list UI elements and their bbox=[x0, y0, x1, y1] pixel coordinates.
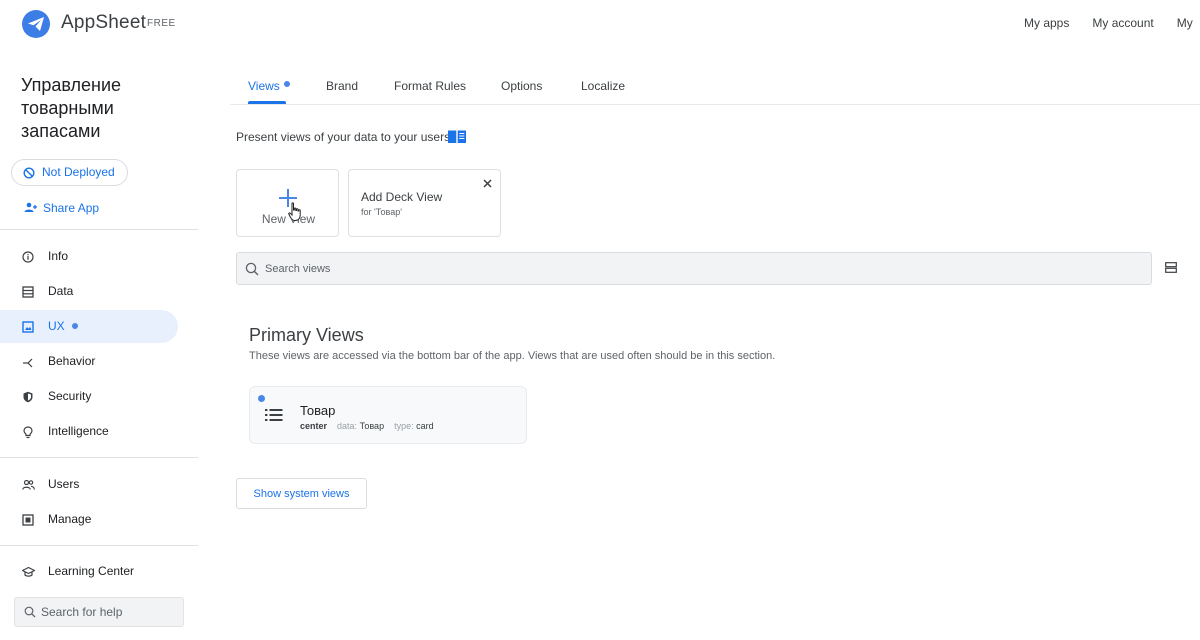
layout-toggle-icon[interactable] bbox=[1165, 262, 1177, 273]
tab-options[interactable]: Options bbox=[501, 79, 542, 93]
view-type-value: card bbox=[416, 421, 434, 431]
not-deployed-icon bbox=[23, 167, 35, 179]
share-user-icon bbox=[24, 202, 37, 212]
users-icon bbox=[22, 479, 35, 490]
app-title: Управление товарными запасами bbox=[21, 75, 122, 141]
view-name: Товар bbox=[300, 403, 336, 418]
show-system-views-button[interactable]: Show system views bbox=[236, 478, 367, 509]
sidebar-item-label: Manage bbox=[48, 512, 92, 526]
view-data-value: Товар bbox=[359, 421, 385, 431]
view-meta: center data: Товар type: card bbox=[300, 421, 434, 431]
sidebar-divider bbox=[0, 229, 198, 230]
tab-views[interactable]: Views bbox=[248, 79, 280, 93]
sidebar-item-label: Intelligence bbox=[48, 424, 109, 438]
active-tab-indicator bbox=[248, 101, 286, 104]
list-icon bbox=[265, 409, 283, 421]
data-icon bbox=[22, 286, 34, 298]
sidebar-item-label: UX bbox=[48, 319, 65, 333]
sidebar-divider bbox=[0, 545, 198, 546]
help-search-input[interactable] bbox=[41, 598, 181, 626]
sidebar-divider bbox=[0, 457, 198, 458]
tab-label: Options bbox=[501, 79, 543, 93]
search-icon bbox=[245, 262, 259, 276]
suggested-view-card[interactable]: Add Deck View for 'Товар' bbox=[348, 169, 501, 237]
my-apps-link[interactable]: My apps bbox=[1024, 16, 1069, 30]
view-position: center bbox=[300, 421, 328, 431]
sidebar-item-label: Security bbox=[48, 389, 92, 403]
section-title: Primary Views bbox=[249, 325, 364, 345]
unsaved-dot bbox=[258, 395, 265, 402]
sidebar-item-learning-center[interactable]: Learning Center bbox=[0, 555, 178, 588]
deploy-status-button[interactable]: Not Deployed bbox=[11, 159, 128, 186]
tab-brand[interactable]: Brand bbox=[326, 79, 358, 93]
sidebar-item-users[interactable]: Users bbox=[0, 468, 178, 501]
section-description: These views are accessed via the bottom … bbox=[249, 350, 776, 362]
plan-badge: FREE bbox=[147, 18, 176, 29]
view-search-input[interactable] bbox=[265, 253, 1145, 284]
close-icon[interactable] bbox=[483, 179, 492, 188]
sidebar-item-label: Behavior bbox=[48, 354, 96, 368]
brand-name[interactable]: AppSheet bbox=[61, 12, 146, 34]
view-data-label: data: bbox=[337, 421, 358, 431]
behavior-icon bbox=[23, 358, 33, 368]
ux-icon bbox=[22, 321, 34, 333]
tab-localize[interactable]: Localize bbox=[581, 79, 625, 93]
sidebar-item-data[interactable]: Data bbox=[0, 275, 178, 308]
my-account-link[interactable]: My account bbox=[1092, 16, 1153, 30]
view-type-label: type: bbox=[394, 421, 414, 431]
manage-icon bbox=[22, 514, 34, 526]
my-more-link[interactable]: My bbox=[1177, 16, 1193, 30]
tab-unsaved-dot bbox=[284, 81, 290, 87]
appsheet-logo-icon[interactable] bbox=[22, 10, 50, 38]
sidebar-item-label: Info bbox=[48, 249, 69, 263]
unsaved-dot bbox=[71, 322, 78, 329]
hand-cursor-icon bbox=[288, 202, 301, 221]
info-icon bbox=[22, 251, 34, 263]
sidebar-item-label: Learning Center bbox=[48, 564, 135, 578]
view-card-tovar[interactable]: Товар center data: Товар type: card bbox=[249, 386, 527, 444]
sidebar: Управление товарными запасами Not Deploy… bbox=[0, 48, 198, 640]
views-description: Present views of your data to your users… bbox=[236, 130, 454, 144]
search-icon bbox=[24, 606, 36, 618]
book-help-icon[interactable] bbox=[447, 129, 467, 144]
top-links: My apps My account My bbox=[1024, 16, 1200, 30]
graduation-cap-icon bbox=[22, 566, 35, 577]
suggested-view-title: Add Deck View bbox=[361, 190, 443, 204]
tab-format-rules[interactable]: Format Rules bbox=[394, 79, 466, 93]
sidebar-item-label: Data bbox=[48, 284, 74, 298]
sidebar-item-ux[interactable]: UX bbox=[0, 310, 178, 343]
tab-label: Format Rules bbox=[394, 79, 467, 93]
shield-icon bbox=[23, 391, 33, 403]
tab-label: Views bbox=[248, 79, 280, 93]
share-app-button[interactable]: Share App bbox=[24, 201, 99, 215]
editor-tabs: Views Brand Format Rules Options Localiz… bbox=[230, 72, 1200, 105]
suggested-view-subtitle: for 'Товар' bbox=[361, 207, 402, 217]
share-app-label: Share App bbox=[43, 201, 100, 215]
tab-label: Localize bbox=[581, 79, 626, 93]
sidebar-item-label: Users bbox=[48, 477, 80, 491]
sidebar-item-intelligence[interactable]: Intelligence bbox=[0, 415, 178, 448]
sidebar-item-behavior[interactable]: Behavior bbox=[0, 345, 178, 378]
sidebar-item-manage[interactable]: Manage bbox=[0, 503, 178, 536]
sidebar-item-info[interactable]: Info bbox=[0, 240, 178, 273]
tab-label: Brand bbox=[326, 79, 359, 93]
deploy-status-label: Not Deployed bbox=[42, 165, 115, 179]
view-search-box bbox=[236, 252, 1152, 285]
sidebar-item-security[interactable]: Security bbox=[0, 380, 178, 413]
lightbulb-icon bbox=[23, 426, 33, 439]
top-bar: AppSheet FREE My apps My account My bbox=[0, 0, 1200, 48]
help-search-box bbox=[14, 597, 184, 627]
